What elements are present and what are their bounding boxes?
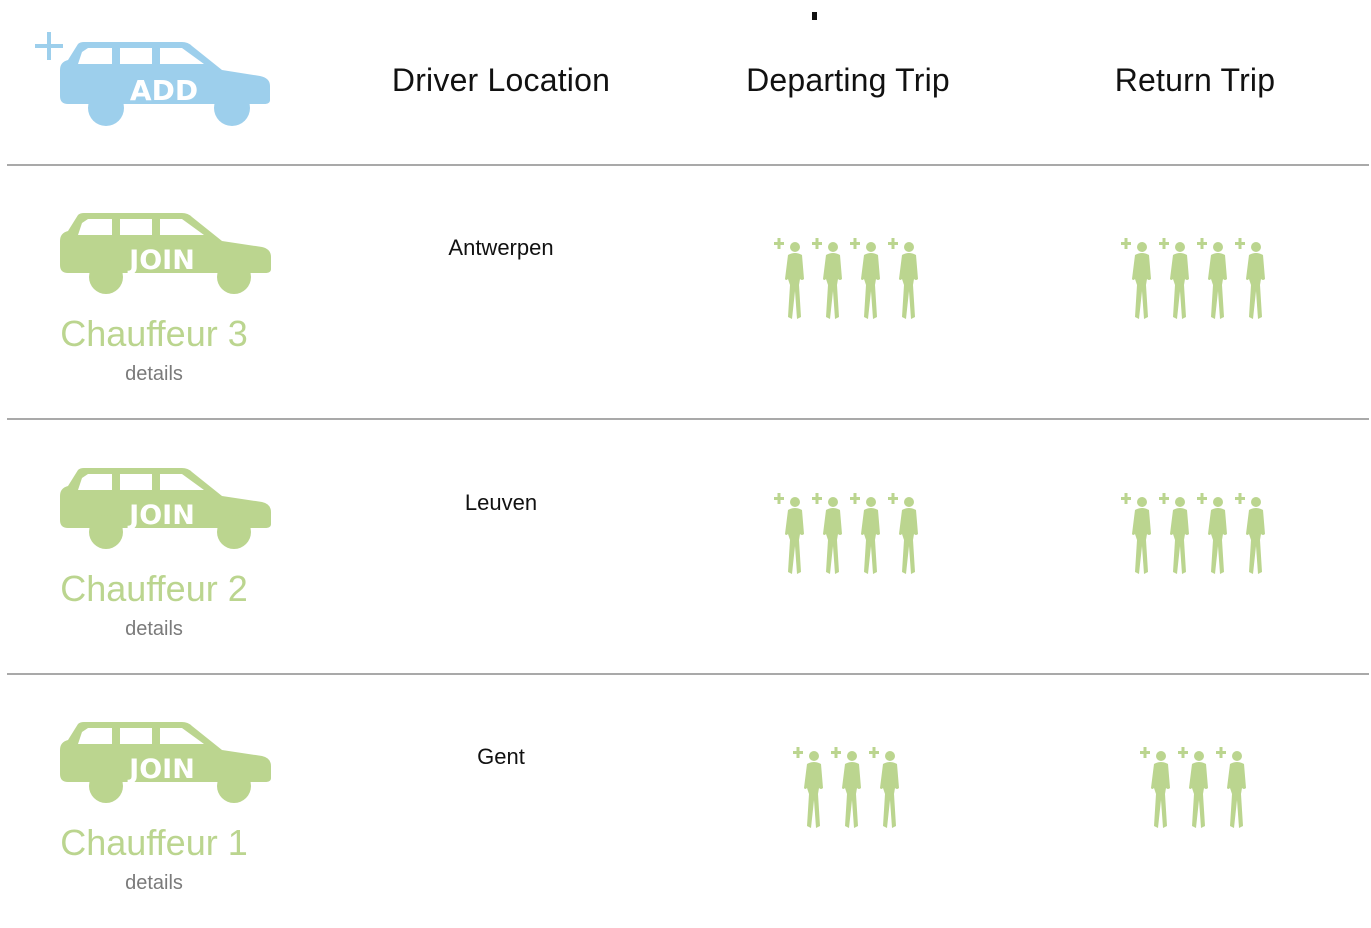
departing-seats bbox=[678, 744, 1018, 834]
seat-slot[interactable] bbox=[1119, 235, 1157, 325]
person-plus-icon bbox=[1159, 238, 1189, 319]
seat-slot[interactable] bbox=[848, 235, 886, 325]
details-link[interactable]: details bbox=[38, 363, 270, 386]
join-car-button[interactable]: JOIN bbox=[58, 205, 273, 295]
seat-slot[interactable] bbox=[1195, 490, 1233, 580]
seat-slot[interactable] bbox=[886, 490, 924, 580]
join-label: JOIN bbox=[127, 245, 195, 276]
driver-location: Leuven bbox=[464, 490, 538, 515]
add-label: ADD bbox=[130, 74, 198, 107]
person-plus-icon bbox=[869, 747, 899, 828]
seat-slot[interactable] bbox=[867, 744, 905, 834]
seat-slot[interactable] bbox=[1119, 490, 1157, 580]
seat-slot[interactable] bbox=[1214, 744, 1252, 834]
seat-slot[interactable] bbox=[810, 235, 848, 325]
seat-slot[interactable] bbox=[810, 490, 848, 580]
seat-slot[interactable] bbox=[791, 744, 829, 834]
seat-slot[interactable] bbox=[1157, 235, 1195, 325]
driver-row: JOIN Chauffeur 1 details Gent bbox=[0, 674, 1371, 928]
person-plus-icon bbox=[774, 238, 804, 319]
seat-slot[interactable] bbox=[1233, 490, 1271, 580]
seat-slot[interactable] bbox=[772, 490, 810, 580]
details-link[interactable]: details bbox=[38, 872, 270, 895]
person-plus-icon bbox=[1216, 747, 1246, 828]
seat-slot[interactable] bbox=[886, 235, 924, 325]
driver-row: JOIN Chauffeur 3 details Antwerpen bbox=[0, 165, 1371, 419]
person-plus-icon bbox=[1121, 238, 1151, 319]
join-car-button[interactable]: JOIN bbox=[58, 714, 273, 804]
chauffeur-name[interactable]: Chauffeur 3 bbox=[38, 313, 270, 355]
driver-row: JOIN Chauffeur 2 details Leuven bbox=[0, 420, 1371, 674]
departing-seats bbox=[678, 490, 1018, 580]
driver-location: Gent bbox=[477, 744, 525, 769]
car-join-icon: JOIN bbox=[60, 468, 271, 549]
seat-slot[interactable] bbox=[1233, 235, 1271, 325]
chauffeur-name[interactable]: Chauffeur 1 bbox=[38, 822, 270, 864]
person-plus-icon bbox=[774, 493, 804, 574]
person-plus-icon bbox=[1140, 747, 1170, 828]
person-plus-icon bbox=[1178, 747, 1208, 828]
chauffeur-name[interactable]: Chauffeur 2 bbox=[38, 568, 270, 610]
column-header-return-trip: Return Trip bbox=[1114, 62, 1276, 98]
person-plus-icon bbox=[1235, 493, 1265, 574]
car-join-icon: JOIN bbox=[60, 213, 271, 294]
seat-slot[interactable] bbox=[772, 235, 810, 325]
car-add-icon: ADD bbox=[35, 32, 270, 126]
person-plus-icon bbox=[812, 238, 842, 319]
person-plus-icon bbox=[850, 238, 880, 319]
person-plus-icon bbox=[812, 493, 842, 574]
person-plus-icon bbox=[793, 747, 823, 828]
seat-slot[interactable] bbox=[829, 744, 867, 834]
return-seats bbox=[1025, 235, 1365, 325]
person-plus-icon bbox=[1197, 493, 1227, 574]
column-header-driver-location: Driver Location bbox=[391, 62, 611, 98]
person-plus-icon bbox=[888, 238, 918, 319]
join-label: JOIN bbox=[127, 754, 195, 785]
person-plus-icon bbox=[831, 747, 861, 828]
join-car-button[interactable]: JOIN bbox=[58, 460, 273, 550]
person-plus-icon bbox=[1159, 493, 1189, 574]
return-seats bbox=[1025, 744, 1365, 834]
details-link[interactable]: details bbox=[38, 618, 270, 641]
person-plus-icon bbox=[1235, 238, 1265, 319]
person-plus-icon bbox=[888, 493, 918, 574]
join-label: JOIN bbox=[127, 500, 195, 531]
departing-seats bbox=[678, 235, 1018, 325]
person-plus-icon bbox=[1121, 493, 1151, 574]
car-join-icon: JOIN bbox=[60, 722, 271, 803]
add-car-button[interactable]: ADD bbox=[32, 30, 272, 130]
seat-slot[interactable] bbox=[1157, 490, 1195, 580]
seat-slot[interactable] bbox=[848, 490, 886, 580]
seat-slot[interactable] bbox=[1138, 744, 1176, 834]
seat-slot[interactable] bbox=[1195, 235, 1233, 325]
driver-location: Antwerpen bbox=[448, 235, 554, 260]
person-plus-icon bbox=[1197, 238, 1227, 319]
return-seats bbox=[1025, 490, 1365, 580]
person-plus-icon bbox=[850, 493, 880, 574]
column-header-departing-trip: Departing Trip bbox=[746, 62, 950, 98]
seat-slot[interactable] bbox=[1176, 744, 1214, 834]
table-header: ADD Driver Location Departing Trip Retur… bbox=[0, 0, 1371, 165]
